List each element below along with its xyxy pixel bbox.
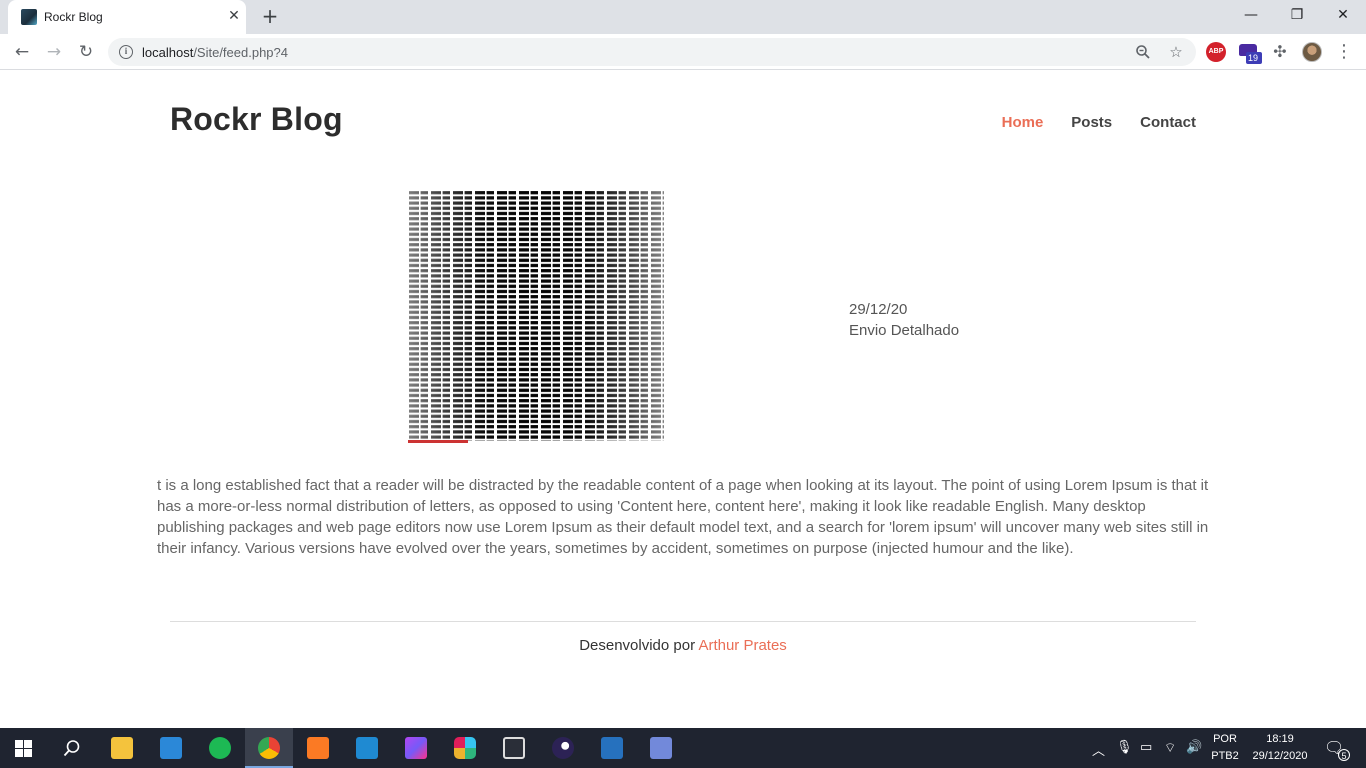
page-footer: Desenvolvido por Arthur Prates <box>0 637 1366 654</box>
window-restore-button[interactable]: ❐ <box>1274 0 1320 30</box>
zoom-icon[interactable] <box>1132 41 1154 63</box>
nav-contact-link[interactable]: Contact <box>1140 114 1196 131</box>
search-icon <box>63 740 80 757</box>
taskbar-phpstorm[interactable] <box>392 728 440 768</box>
taskbar-spotify[interactable] <box>196 728 244 768</box>
forward-arrow-icon[interactable]: → <box>40 38 68 66</box>
browser-tab-strip: Rockr Blog ✕ + — ❐ ✕ <box>0 0 1366 34</box>
tray-overflow-chevron-icon[interactable]: ︿ <box>1092 740 1105 759</box>
battery-icon[interactable]: ▭ <box>1140 740 1152 755</box>
post-title: Envio Detalhado <box>849 322 960 339</box>
clock-date[interactable]: 29/12/2020 <box>1248 750 1312 762</box>
mail-icon <box>160 737 182 759</box>
start-button[interactable] <box>0 728 48 768</box>
post-image <box>406 191 664 447</box>
bookmark-star-icon[interactable]: ☆ <box>1165 41 1187 63</box>
adblock-plus-icon[interactable]: ABP <box>1206 42 1226 62</box>
browser-toolbar: ← → ↻ i localhost/Site/feed.php?4 ☆ ABP … <box>0 34 1366 70</box>
chrome-icon <box>258 737 280 759</box>
main-navigation: Home Posts Contact <box>1002 114 1196 131</box>
discord-icon <box>650 737 672 759</box>
folder-icon <box>111 737 133 759</box>
windows-logo-icon <box>15 740 32 757</box>
eclipse-icon <box>552 737 574 759</box>
footer-prefix: Desenvolvido por <box>579 637 699 654</box>
nav-home-link[interactable]: Home <box>1002 114 1044 131</box>
taskbar-eclipse[interactable] <box>539 728 587 768</box>
url-text[interactable]: localhost/Site/feed.php?4 <box>142 45 288 60</box>
language-indicator-bottom[interactable]: PTB2 <box>1210 750 1240 762</box>
film-icon <box>503 737 525 759</box>
wifi-icon[interactable]: ⌔ <box>1164 740 1176 756</box>
taskbar-media-player[interactable] <box>490 728 538 768</box>
footer-author-link[interactable]: Arthur Prates <box>698 637 786 654</box>
taskbar-powershell[interactable] <box>588 728 636 768</box>
back-arrow-icon[interactable]: ← <box>8 38 36 66</box>
browser-tab[interactable]: Rockr Blog ✕ <box>8 0 246 34</box>
xampp-icon <box>307 737 329 759</box>
profile-avatar[interactable] <box>1302 42 1322 62</box>
extensions-puzzle-icon[interactable]: ✣ <box>1270 42 1290 62</box>
new-tab-button[interactable]: + <box>259 5 281 27</box>
taskbar-discord[interactable] <box>637 728 685 768</box>
chrome-menu-icon[interactable]: ⋮ <box>1334 38 1354 66</box>
taskbar-vscode[interactable] <box>343 728 391 768</box>
taskbar-slack[interactable] <box>441 728 489 768</box>
site-info-icon[interactable]: i <box>119 45 133 59</box>
site-brand[interactable]: Rockr Blog <box>170 101 343 138</box>
extension-badge: 19 <box>1246 52 1262 64</box>
phpstorm-icon <box>405 737 427 759</box>
clock-time[interactable]: 18:19 <box>1248 733 1312 745</box>
nav-posts-link[interactable]: Posts <box>1071 114 1112 131</box>
address-bar[interactable]: i localhost/Site/feed.php?4 ☆ <box>108 38 1196 66</box>
site-favicon-icon <box>21 9 37 25</box>
slack-icon <box>454 737 476 759</box>
notification-count-badge: 5 <box>1338 749 1350 761</box>
footer-divider <box>170 621 1196 622</box>
tab-title: Rockr Blog <box>44 10 103 24</box>
page-content: Rockr Blog Home Posts Contact 29/12/20 E… <box>0 71 1366 728</box>
window-minimize-button[interactable]: — <box>1228 0 1274 30</box>
taskbar-mail[interactable] <box>147 728 195 768</box>
post-body: t is a long established fact that a read… <box>157 477 1209 557</box>
volume-icon[interactable]: 🔊 <box>1186 740 1202 755</box>
post-date: 29/12/20 <box>849 301 908 318</box>
powershell-icon <box>601 737 623 759</box>
search-button[interactable] <box>48 728 96 768</box>
graduation-cap-extension-icon[interactable]: 19 <box>1238 42 1262 64</box>
spotify-icon <box>209 737 231 759</box>
vscode-icon <box>356 737 378 759</box>
language-indicator-top[interactable]: POR <box>1210 733 1240 745</box>
taskbar-file-explorer[interactable] <box>98 728 146 768</box>
windows-taskbar: ︿ 🎙 ▭ ⌔ 🔊 POR PTB2 18:19 29/12/2020 🗨 5 <box>0 728 1366 768</box>
window-close-button[interactable]: ✕ <box>1320 0 1366 30</box>
post-meta: 29/12/20 Envio Detalhado <box>849 299 959 341</box>
taskbar-chrome[interactable] <box>245 728 293 768</box>
reload-icon[interactable]: ↻ <box>72 38 100 66</box>
microphone-icon[interactable]: 🎙 <box>1116 740 1133 755</box>
tab-close-icon[interactable]: ✕ <box>224 6 244 26</box>
taskbar-xampp[interactable] <box>294 728 342 768</box>
